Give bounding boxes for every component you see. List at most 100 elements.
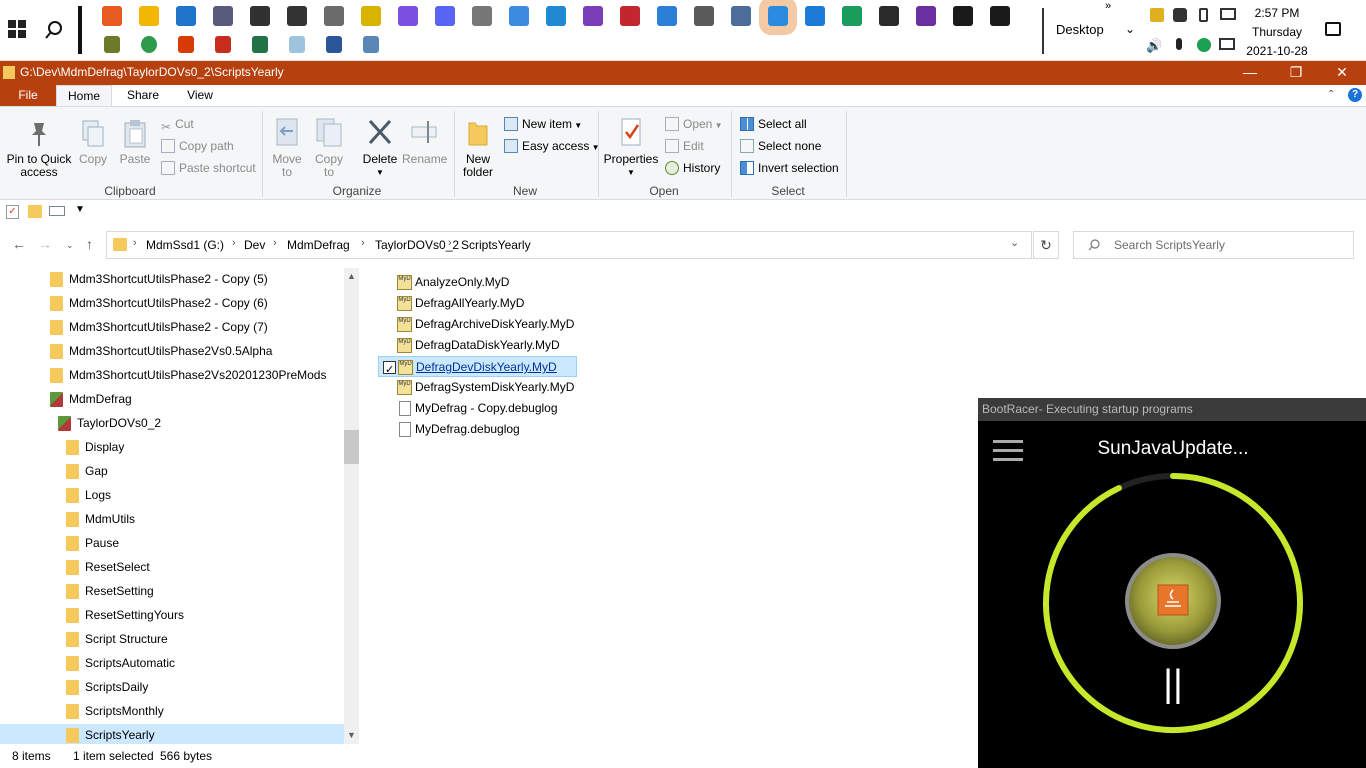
- breadcrumb-separator[interactable]: ›: [361, 237, 365, 249]
- excel-icon[interactable]: [252, 36, 268, 53]
- app-icon[interactable]: [759, 0, 797, 35]
- breadcrumb-taylordov[interactable]: TaylorDOVs0_2: [375, 238, 459, 252]
- select-all-button[interactable]: Select all: [740, 115, 807, 133]
- minimize-button[interactable]: —: [1227, 61, 1273, 85]
- tab-file[interactable]: File: [0, 85, 56, 107]
- nav-tree-item[interactable]: Mdm3ShortcutUtilsPhase2Vs20201230PreMods: [0, 364, 344, 388]
- nav-tree-item[interactable]: MdmUtils: [0, 508, 344, 532]
- file-explorer-icon[interactable]: [139, 6, 159, 26]
- acrobat-icon[interactable]: [215, 36, 231, 53]
- tray-icon[interactable]: [1173, 8, 1187, 22]
- word-icon[interactable]: [326, 36, 342, 53]
- messenger-icon[interactable]: [398, 6, 418, 26]
- gear-icon[interactable]: [694, 6, 714, 26]
- new-folder-button[interactable]: New folder: [458, 117, 498, 179]
- file-row[interactable]: MyD DefragAllYearly.MyD: [378, 293, 598, 314]
- volume-icon[interactable]: 🔊: [1146, 38, 1162, 54]
- nav-tree-item[interactable]: Display: [0, 436, 344, 460]
- nav-tree-item[interactable]: ScriptsMonthly: [0, 700, 344, 724]
- app-icon[interactable]: [287, 6, 307, 26]
- file-row[interactable]: MyD DefragDataDiskYearly.MyD: [378, 335, 598, 356]
- outlook-icon[interactable]: [176, 6, 196, 26]
- nav-tree-item[interactable]: Logs: [0, 484, 344, 508]
- nav-tree-item[interactable]: ResetSelect: [0, 556, 344, 580]
- notepad-icon[interactable]: [289, 36, 305, 53]
- history-button[interactable]: History: [665, 159, 720, 177]
- pin-to-quick-access-button[interactable]: Pin to Quick access: [4, 119, 74, 179]
- discord-icon[interactable]: [435, 6, 455, 26]
- app-icon[interactable]: [657, 6, 677, 26]
- pause-icon[interactable]: ||: [1163, 663, 1183, 705]
- paste-shortcut-button[interactable]: Paste shortcut: [161, 159, 256, 177]
- file-row[interactable]: MyDefrag.debuglog: [378, 419, 598, 440]
- copy-button[interactable]: Copy: [74, 119, 112, 166]
- customize-qat-icon[interactable]: ▼: [75, 204, 85, 215]
- address-history-chevron-icon[interactable]: ⌄: [1010, 236, 1019, 249]
- edit-button[interactable]: Edit: [665, 137, 704, 155]
- open-button[interactable]: Open ▼: [665, 115, 723, 133]
- clock-icon[interactable]: [472, 6, 492, 26]
- nav-scrollbar[interactable]: ▲ ▼: [344, 268, 359, 744]
- breadcrumb-separator[interactable]: ›: [448, 237, 452, 249]
- breadcrumb-separator[interactable]: ›: [133, 237, 137, 249]
- breadcrumb-mdmdefrag[interactable]: MdmDefrag: [287, 238, 350, 252]
- breadcrumb-scriptsyearly[interactable]: ScriptsYearly: [461, 238, 531, 252]
- app-icon[interactable]: [250, 6, 270, 26]
- microphone-icon[interactable]: [1176, 38, 1182, 50]
- help-icon[interactable]: ?: [1348, 88, 1362, 102]
- breadcrumb-separator[interactable]: ›: [273, 237, 277, 249]
- tab-share[interactable]: Share: [120, 85, 166, 107]
- file-row[interactable]: MyD DefragSystemDiskYearly.MyD: [378, 377, 598, 398]
- app-icon[interactable]: [213, 6, 233, 26]
- nav-tree-item[interactable]: ResetSetting: [0, 580, 344, 604]
- tray-icon[interactable]: [1197, 38, 1211, 52]
- usb-icon[interactable]: [1199, 8, 1208, 22]
- visual-studio-icon[interactable]: [583, 6, 603, 26]
- invert-selection-button[interactable]: Invert selection: [740, 159, 839, 177]
- new-item-button[interactable]: New item ▼: [504, 115, 582, 133]
- recent-locations-icon[interactable]: ⌄: [66, 240, 74, 251]
- delete-button[interactable]: Delete ▼: [358, 117, 402, 179]
- network-icon[interactable]: [1219, 38, 1235, 50]
- notification-center-icon[interactable]: [1325, 22, 1341, 36]
- copy-to-button[interactable]: Copy to: [310, 117, 348, 179]
- clock[interactable]: 2:57 PM Thursday 2021-10-28: [1246, 4, 1308, 61]
- file-row[interactable]: MyD DefragArchiveDiskYearly.MyD: [378, 314, 598, 335]
- forward-arrow-icon[interactable]: →: [38, 236, 52, 252]
- windows-start-icon[interactable]: [8, 20, 26, 38]
- properties-qat-icon[interactable]: ✓: [6, 205, 19, 219]
- nav-tree-item[interactable]: MdmDefrag: [0, 388, 344, 412]
- rename-qat-icon[interactable]: [49, 206, 65, 216]
- breadcrumb-drive[interactable]: MdmSsd1 (G:): [146, 238, 224, 252]
- up-arrow-icon[interactable]: ↑: [86, 236, 93, 252]
- hamburger-menu-icon[interactable]: [993, 440, 1023, 462]
- file-row[interactable]: ✓ MyD DefragDevDiskYearly.MyD: [378, 356, 577, 377]
- nav-tree-item[interactable]: ResetSettingYours: [0, 604, 344, 628]
- app-icon[interactable]: [509, 6, 529, 26]
- app-icon[interactable]: [879, 6, 899, 26]
- nav-tree-item[interactable]: ScriptsAutomatic: [0, 652, 344, 676]
- tab-home[interactable]: Home: [56, 85, 112, 107]
- close-button[interactable]: ✕: [1319, 61, 1365, 85]
- app-icon[interactable]: [361, 6, 381, 26]
- app-icon[interactable]: [916, 6, 936, 26]
- search-icon[interactable]: [44, 20, 64, 40]
- back-arrow-icon[interactable]: ←: [12, 236, 26, 252]
- move-to-button[interactable]: Move to: [268, 117, 306, 179]
- breadcrumb-separator[interactable]: ›: [232, 237, 236, 249]
- file-row[interactable]: MyD AnalyzeOnly.MyD: [378, 272, 598, 293]
- scroll-thumb[interactable]: [344, 430, 359, 464]
- nav-tree-item[interactable]: Script Structure: [0, 628, 344, 652]
- scroll-down-icon[interactable]: ▼: [347, 730, 356, 740]
- nav-tree-item[interactable]: Mdm3ShortcutUtilsPhase2 - Copy (5): [0, 268, 344, 292]
- nav-tree-item[interactable]: Mdm3ShortcutUtilsPhase2 - Copy (6): [0, 292, 344, 316]
- nav-tree-item[interactable]: Pause: [0, 532, 344, 556]
- window-title-bar[interactable]: G:\Dev\MdmDefrag\TaylorDOVs0_2\ScriptsYe…: [0, 61, 1366, 85]
- desktop-toolbar-label[interactable]: Desktop: [1056, 22, 1104, 37]
- terminal-icon[interactable]: [990, 6, 1010, 26]
- rename-button[interactable]: Rename: [402, 117, 447, 166]
- collapse-ribbon-icon[interactable]: ⌃: [1327, 89, 1335, 100]
- scroll-up-icon[interactable]: ▲: [347, 271, 356, 281]
- cut-button[interactable]: ✂ Cut: [161, 115, 194, 134]
- paste-button[interactable]: Paste: [116, 119, 154, 166]
